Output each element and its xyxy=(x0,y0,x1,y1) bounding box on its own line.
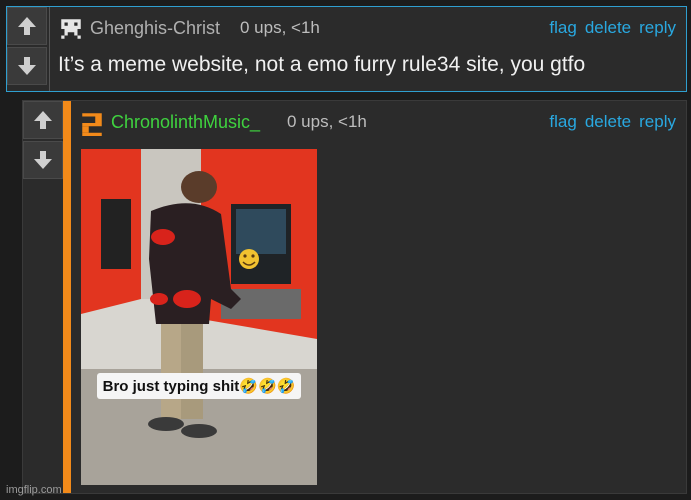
vote-count-time: 0 ups, <1h xyxy=(240,18,320,37)
comment-body: Ghenghis-Christ 0 ups, <1h flag delete r… xyxy=(49,7,686,91)
pixel-avatar-icon[interactable] xyxy=(79,110,105,136)
imgflip-watermark: imgflip.com xyxy=(6,484,62,496)
reply-comment: ChronolinthMusic_ 0 ups, <1h flag delete… xyxy=(22,100,687,494)
comment-actions: flag delete reply xyxy=(549,112,676,132)
username-link[interactable]: Ghenghis-Christ xyxy=(90,18,220,39)
vote-column xyxy=(23,101,65,181)
upvote-button[interactable] xyxy=(23,101,63,139)
upvote-arrow-icon xyxy=(34,111,52,129)
downvote-arrow-icon xyxy=(18,57,36,75)
comment-header: ChronolinthMusic_ 0 ups, <1h flag delete… xyxy=(71,110,686,136)
downvote-button[interactable] xyxy=(7,47,47,85)
image-caption: Bro just typing shit🤣🤣🤣 xyxy=(102,378,296,395)
delete-link[interactable]: delete xyxy=(585,112,631,132)
upvote-arrow-icon xyxy=(18,17,36,35)
comment-image[interactable]: Bro just typing shit🤣🤣🤣 xyxy=(81,149,317,485)
vote-count-time: 0 ups, <1h xyxy=(287,112,367,131)
comment-text: It’s a meme website, not a emo furry rul… xyxy=(58,53,586,76)
flag-link[interactable]: flag xyxy=(549,112,576,132)
pixel-avatar-icon[interactable] xyxy=(58,16,84,42)
downvote-arrow-icon xyxy=(34,151,52,169)
comment-body: ChronolinthMusic_ 0 ups, <1h flag delete… xyxy=(63,101,686,493)
comment-actions: flag delete reply xyxy=(549,18,676,38)
comment-header: Ghenghis-Christ 0 ups, <1h flag delete r… xyxy=(50,16,686,42)
upvote-button[interactable] xyxy=(7,7,47,45)
reply-link[interactable]: reply xyxy=(639,18,676,38)
flag-link[interactable]: flag xyxy=(549,18,576,38)
downvote-button[interactable] xyxy=(23,141,63,179)
comment: Ghenghis-Christ 0 ups, <1h flag delete r… xyxy=(6,6,687,92)
delete-link[interactable]: delete xyxy=(585,18,631,38)
reply-link[interactable]: reply xyxy=(639,112,676,132)
vote-column xyxy=(7,7,49,87)
meme-image xyxy=(81,149,317,485)
username-link[interactable]: ChronolinthMusic_ xyxy=(111,112,260,133)
